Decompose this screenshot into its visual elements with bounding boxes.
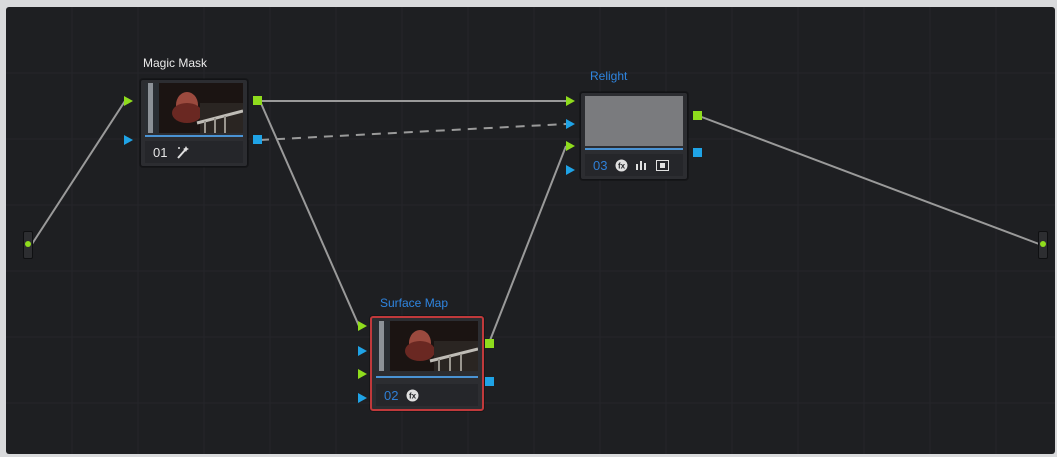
wire-relight-to-output bbox=[698, 115, 1040, 245]
surface-map-key-output[interactable] bbox=[485, 377, 494, 386]
surface-map-footer: 02 fx bbox=[376, 384, 478, 406]
relight-thumbnail bbox=[585, 96, 683, 146]
histogram-icon bbox=[636, 160, 648, 170]
relight-footer: 03 fx bbox=[585, 154, 683, 176]
magic-mask-progress-bar bbox=[145, 135, 243, 137]
surface-map-source2-input[interactable] bbox=[358, 369, 368, 379]
relight-rgb-output[interactable] bbox=[693, 111, 702, 120]
relight-node-number: 03 bbox=[593, 157, 608, 173]
fx-icon: fx bbox=[615, 159, 628, 172]
magic-mask-thumbnail bbox=[145, 83, 243, 133]
magic-mask-footer: 01 bbox=[145, 141, 243, 163]
surface-map-key2-input[interactable] bbox=[358, 393, 368, 403]
surface-map-progress-bar bbox=[376, 376, 478, 378]
source-input-node[interactable] bbox=[23, 231, 33, 259]
surface-map-rgb-output[interactable] bbox=[485, 339, 494, 348]
surface-map-node[interactable]: 02 fx bbox=[370, 316, 484, 411]
magic-mask-title: Magic Mask bbox=[143, 56, 208, 70]
relight-title: Relight bbox=[590, 69, 628, 83]
surface-map-key-input[interactable] bbox=[358, 346, 368, 356]
relight-rgb-input[interactable] bbox=[566, 96, 576, 106]
svg-text:fx: fx bbox=[618, 161, 626, 170]
wire-surface-map-to-relight bbox=[488, 145, 567, 344]
surface-map-title: Surface Map bbox=[380, 296, 449, 310]
output-node[interactable] bbox=[1038, 231, 1048, 259]
surface-map-node-number: 02 bbox=[384, 387, 399, 403]
magic-mask-icon bbox=[175, 145, 191, 159]
wire-source-to-magic-mask bbox=[31, 100, 126, 245]
magic-mask-key-output[interactable] bbox=[253, 135, 262, 144]
svg-text:fx: fx bbox=[409, 391, 417, 400]
magic-mask-rgb-output[interactable] bbox=[253, 96, 262, 105]
magic-mask-node[interactable]: 01 bbox=[140, 79, 248, 167]
lut-icon bbox=[656, 159, 670, 171]
relight-key-output[interactable] bbox=[693, 148, 702, 157]
relight-key-input[interactable] bbox=[566, 119, 576, 129]
relight-node[interactable]: 03 fx bbox=[580, 92, 688, 180]
node-graph-canvas[interactable]: Magic Mask 01 Relight 03 fx Surface Map … bbox=[6, 7, 1055, 454]
relight-progress-bar bbox=[585, 148, 683, 150]
relight-source2-input[interactable] bbox=[566, 141, 576, 151]
connections bbox=[31, 100, 1040, 344]
relight-key2-input[interactable] bbox=[566, 165, 576, 175]
magic-mask-node-number: 01 bbox=[153, 144, 168, 160]
fx-icon: fx bbox=[406, 389, 419, 402]
magic-mask-key-input[interactable] bbox=[124, 135, 134, 145]
surface-map-rgb-input[interactable] bbox=[358, 321, 368, 331]
surface-map-thumbnail bbox=[376, 321, 478, 371]
wire-magic-mask-key-to-relight bbox=[259, 123, 567, 141]
magic-mask-rgb-input[interactable] bbox=[124, 96, 134, 106]
